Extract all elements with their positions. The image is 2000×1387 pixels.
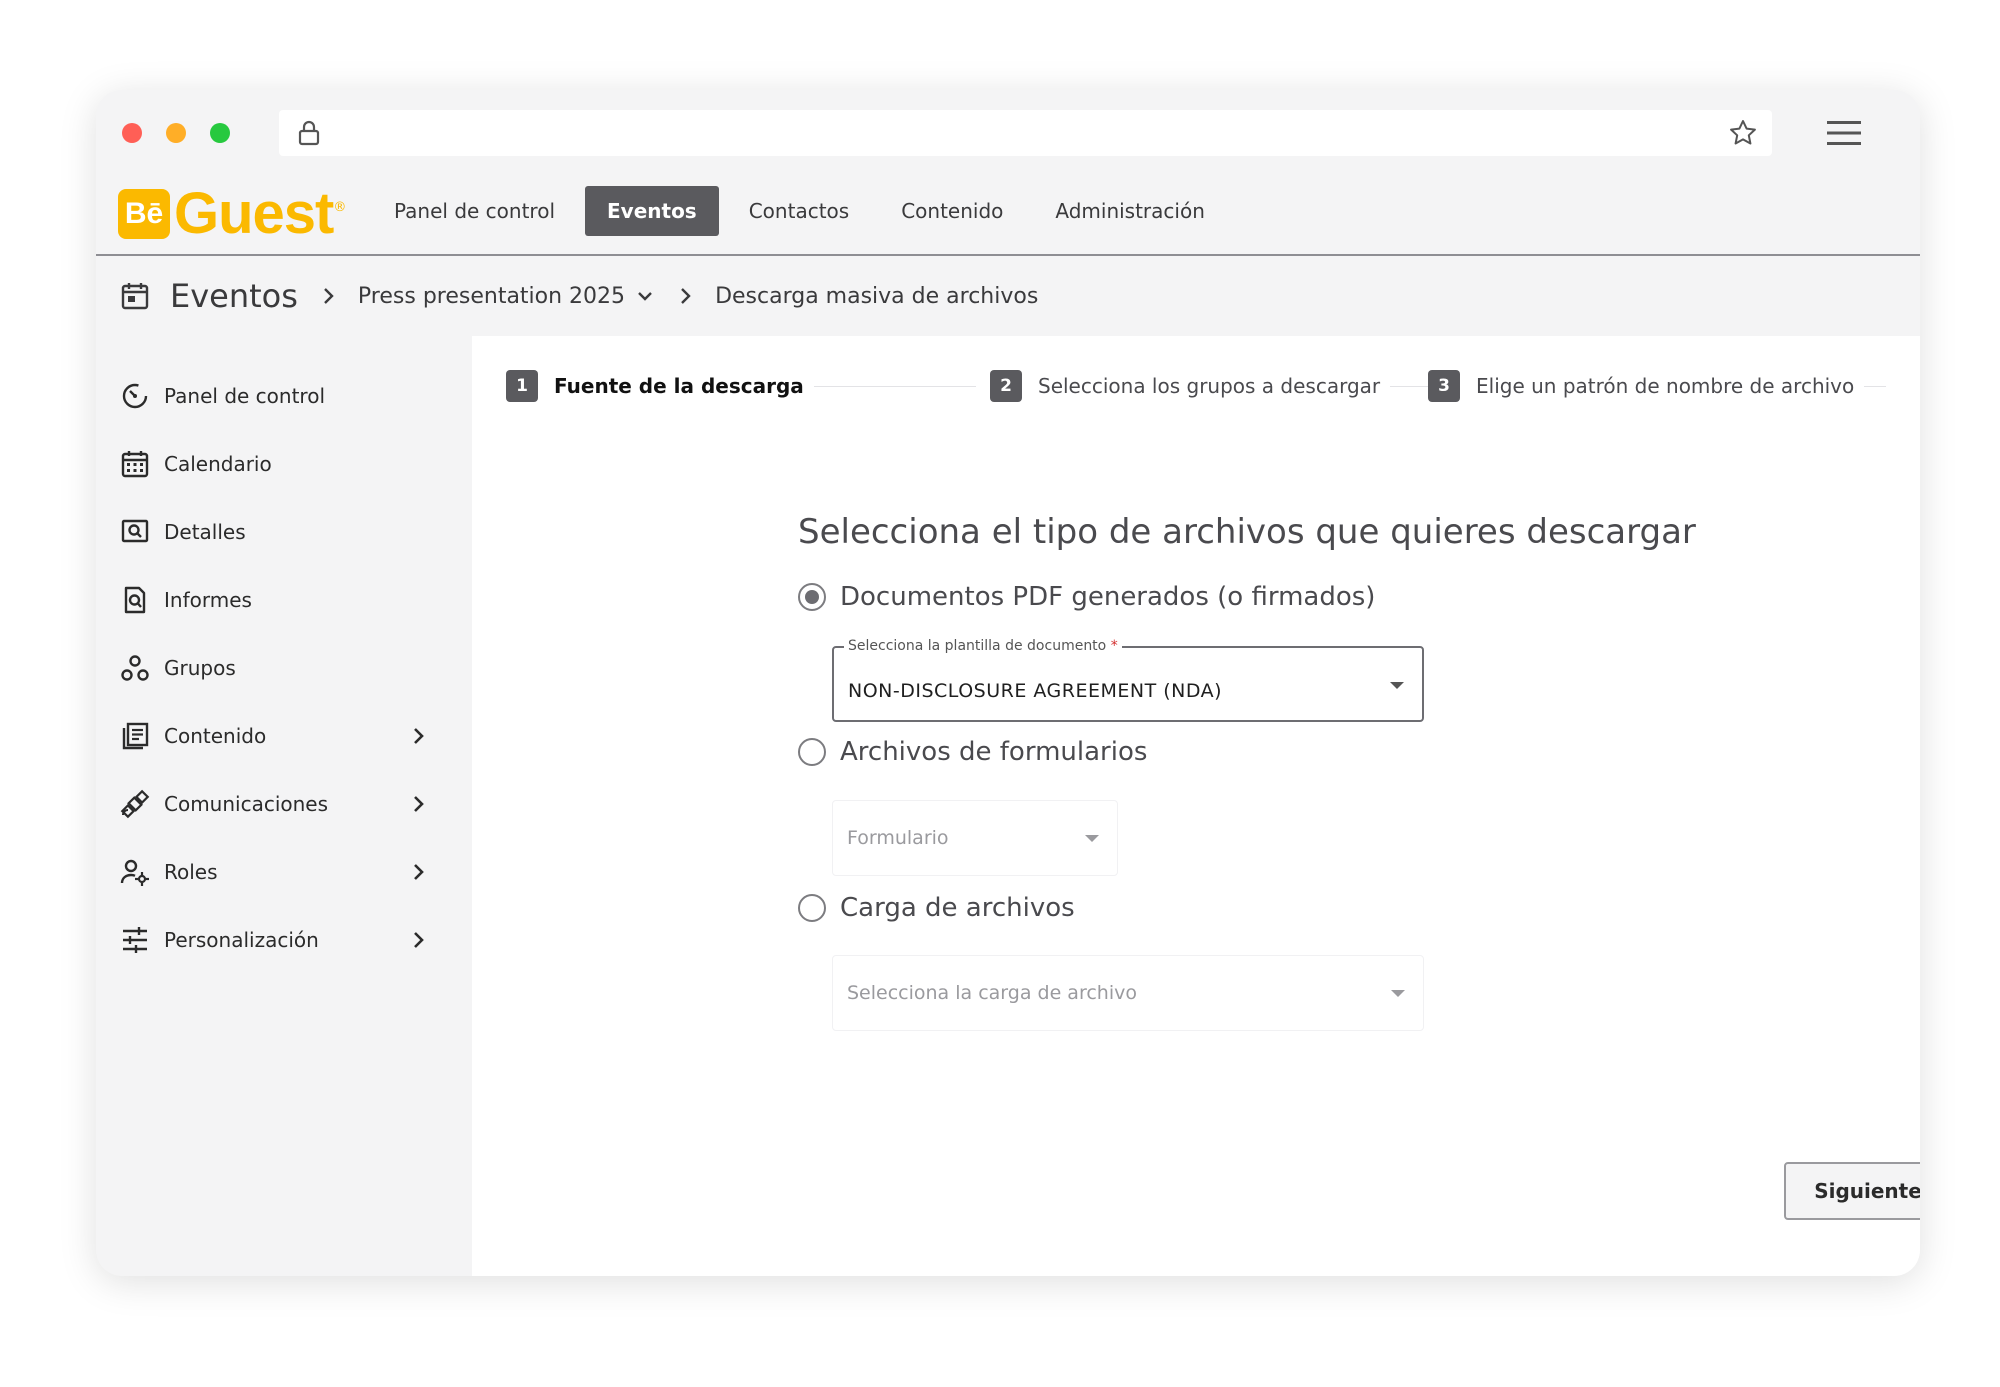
step-label: Fuente de la descarga <box>554 374 804 398</box>
chevron-right-icon <box>414 932 424 948</box>
option-label: Carga de archivos <box>840 893 1075 923</box>
minimize-window-button[interactable] <box>166 123 186 143</box>
next-button[interactable]: Siguiente <box>1784 1162 1920 1220</box>
logo-registered-mark: ® <box>333 200 347 215</box>
groups-icon <box>121 655 149 681</box>
nav-tab-contactos[interactable]: Contactos <box>727 186 871 236</box>
sidebar-item-label: Panel de control <box>164 384 325 408</box>
sliders-icon <box>123 927 147 953</box>
step-label: Elige un patrón de nombre de archivo <box>1476 374 1855 398</box>
option-pdf-documents[interactable]: Documentos PDF generados (o firmados) <box>798 582 1375 612</box>
download-source-form: Selecciona el tipo de archivos que quier… <box>798 512 1698 1031</box>
sidebar-item-label: Personalización <box>164 928 319 952</box>
file-upload-select[interactable]: Selecciona la carga de archivo <box>832 955 1424 1031</box>
radio-file-uploads[interactable] <box>798 894 826 922</box>
sidebar: Panel de control Calendario Detalles Inf… <box>120 362 450 974</box>
chevron-down-icon <box>638 292 652 301</box>
satellite-icon <box>120 789 150 819</box>
breadcrumb-event-label: Press presentation 2025 <box>357 283 626 309</box>
download-wizard-panel: 1 Fuente de la descarga 2 Selecciona los… <box>472 336 1920 1276</box>
maximize-window-button[interactable] <box>210 123 230 143</box>
step-1[interactable]: 1 Fuente de la descarga <box>506 370 814 402</box>
document-template-select[interactable]: Selecciona la plantilla de documento * N… <box>832 638 1424 722</box>
breadcrumb: Eventos Press presentation 2025 Descarga… <box>120 270 1038 322</box>
bookmark-star-icon[interactable] <box>1728 118 1758 148</box>
breadcrumb-current-page: Descarga masiva de archivos <box>715 283 1039 309</box>
sidebar-item-informes[interactable]: Informes <box>120 566 450 634</box>
chevron-right-icon <box>414 796 424 812</box>
logo-badge: Bē <box>118 189 170 239</box>
content-icon <box>122 722 149 750</box>
sidebar-item-label: Roles <box>164 860 218 884</box>
sidebar-item-label: Calendario <box>164 452 272 476</box>
nav-tab-eventos[interactable]: Eventos <box>585 186 719 236</box>
step-number: 2 <box>990 370 1022 402</box>
step-number: 3 <box>1428 370 1460 402</box>
sidebar-item-label: Informes <box>164 588 252 612</box>
radio-form-files[interactable] <box>798 738 826 766</box>
nav-tab-contenido[interactable]: Contenido <box>879 186 1025 236</box>
chevron-right-icon <box>414 864 424 880</box>
chevron-right-icon <box>681 288 691 304</box>
step-number: 1 <box>506 370 538 402</box>
sidebar-item-roles[interactable]: Roles <box>120 838 450 906</box>
sidebar-item-contenido[interactable]: Contenido <box>120 702 450 770</box>
caret-down-icon <box>1085 835 1099 842</box>
sidebar-item-label: Comunicaciones <box>164 792 329 816</box>
radio-pdf-documents[interactable] <box>798 583 826 611</box>
step-3[interactable]: 3 Elige un patrón de nombre de archivo <box>1428 370 1865 402</box>
wizard-stepper: 1 Fuente de la descarga 2 Selecciona los… <box>506 370 1886 404</box>
caret-down-icon <box>1391 990 1405 997</box>
sidebar-item-label: Grupos <box>164 656 236 680</box>
close-window-button[interactable] <box>122 123 142 143</box>
sidebar-item-label: Contenido <box>164 724 267 748</box>
calendar-icon <box>121 283 149 310</box>
sidebar-item-grupos[interactable]: Grupos <box>120 634 450 702</box>
breadcrumb-eventos[interactable]: Eventos <box>170 277 298 315</box>
breadcrumb-event-selector[interactable]: Press presentation 2025 <box>358 284 655 309</box>
nav-tab-administracion[interactable]: Administración <box>1033 186 1227 236</box>
step-2[interactable]: 2 Selecciona los grupos a descargar <box>990 370 1391 402</box>
sidebar-item-personalizacion[interactable]: Personalización <box>120 906 450 974</box>
option-form-files[interactable]: Archivos de formularios <box>798 737 1147 767</box>
address-bar[interactable] <box>279 110 1772 156</box>
calendar-icon <box>121 451 149 478</box>
hamburger-menu-icon[interactable] <box>1827 119 1861 147</box>
chevron-right-icon <box>414 728 424 744</box>
form-title: Selecciona el tipo de archivos que quier… <box>798 512 1696 552</box>
browser-window: Bē Guest ® Panel de control Eventos Cont… <box>96 90 1920 1276</box>
nav-tab-panel-de-control[interactable]: Panel de control <box>372 186 577 236</box>
select-placeholder: Selecciona la carga de archivo <box>847 982 1137 1004</box>
sidebar-item-calendario[interactable]: Calendario <box>120 430 450 498</box>
option-label: Archivos de formularios <box>840 737 1148 767</box>
option-label: Documentos PDF generados (o firmados) <box>840 582 1376 612</box>
select-placeholder: Formulario <box>847 827 949 849</box>
select-value: NON-DISCLOSURE AGREEMENT (NDA) <box>848 680 1223 702</box>
step-label: Selecciona los grupos a descargar <box>1038 374 1381 398</box>
details-icon <box>121 519 149 543</box>
sidebar-item-panel-de-control[interactable]: Panel de control <box>120 362 450 430</box>
app-top-nav: Bē Guest ® Panel de control Eventos Cont… <box>96 174 1920 256</box>
dashboard-icon <box>122 383 148 409</box>
sidebar-item-label: Detalles <box>164 520 246 544</box>
roles-icon <box>120 859 149 886</box>
select-legend: Selecciona la plantilla de documento * <box>844 638 1122 654</box>
main-nav-tabs: Panel de control Eventos Contactos Conte… <box>372 186 1227 236</box>
lock-icon <box>298 120 320 146</box>
sidebar-item-detalles[interactable]: Detalles <box>120 498 450 566</box>
beguest-logo[interactable]: Bē Guest ® <box>118 181 347 246</box>
caret-down-icon <box>1390 682 1404 689</box>
logo-wordmark: Guest <box>174 181 334 246</box>
sidebar-item-comunicaciones[interactable]: Comunicaciones <box>120 770 450 838</box>
chevron-right-icon <box>324 288 334 304</box>
browser-toolbar <box>96 90 1920 174</box>
form-select[interactable]: Formulario <box>832 800 1118 876</box>
option-file-uploads[interactable]: Carga de archivos <box>798 893 1075 923</box>
report-icon <box>124 586 146 614</box>
